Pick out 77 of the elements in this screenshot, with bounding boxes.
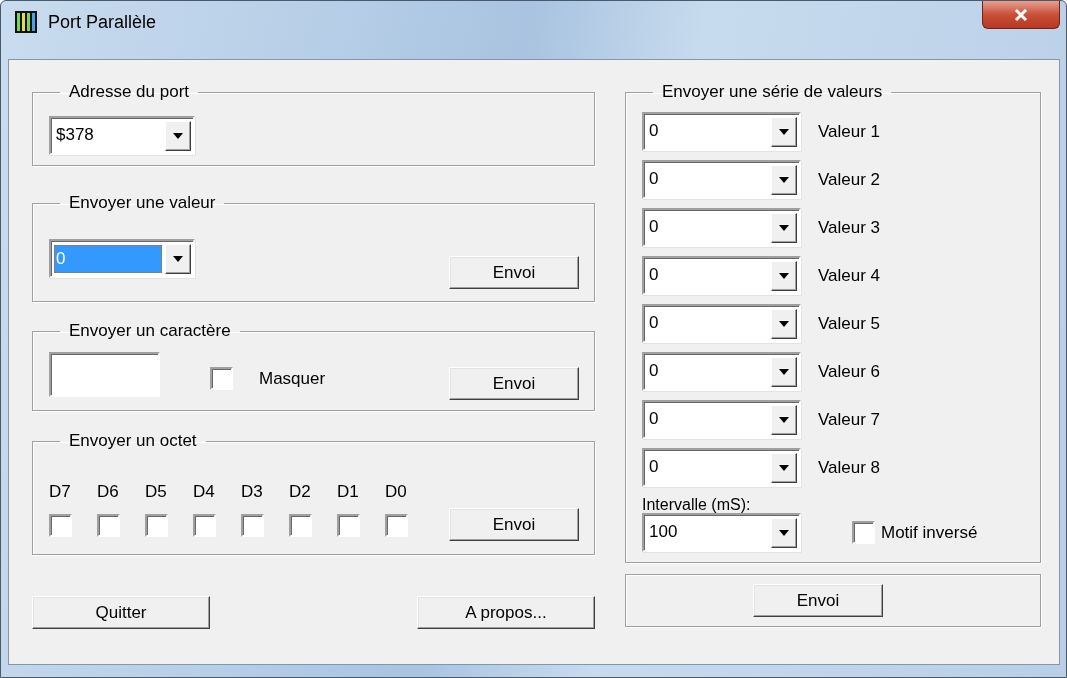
about-button[interactable]: A propos... — [417, 596, 595, 629]
send-button[interactable]: Envoi — [449, 256, 579, 289]
dropdown-field[interactable]: 0 — [642, 304, 801, 343]
dropdown-field[interactable]: $378 — [49, 116, 195, 155]
dropdown-button[interactable] — [771, 357, 797, 387]
window-title: Port Parallèle — [48, 11, 157, 33]
quit-button[interactable]: Quitter — [32, 596, 210, 629]
dropdown-button[interactable] — [165, 244, 191, 274]
caret-icon — [173, 256, 183, 262]
dropdown-button[interactable] — [771, 261, 797, 291]
send-button[interactable]: Envoi — [753, 584, 883, 617]
dropdown-field[interactable]: 0 — [642, 208, 801, 247]
send-button[interactable]: Envoi — [449, 508, 579, 541]
caret-icon — [779, 273, 789, 279]
value-label: Valeur 6 — [818, 361, 881, 382]
dropdown-field[interactable]: 0 — [642, 400, 801, 439]
checkbox[interactable] — [289, 514, 312, 537]
group-title: Envoyer un octet — [68, 431, 198, 451]
bit-label: D7 — [49, 482, 72, 502]
value-label: Valeur 2 — [818, 169, 881, 190]
caret-icon — [779, 369, 789, 375]
dropdown-field[interactable]: 0 — [642, 352, 801, 391]
checkbox[interactable] — [385, 514, 408, 537]
checkbox[interactable] — [145, 514, 168, 537]
dropdown-field[interactable]: 0 — [642, 112, 801, 151]
bit-label: D0 — [385, 482, 408, 502]
caret-icon — [779, 530, 789, 536]
dropdown-field[interactable]: 0 — [642, 160, 801, 199]
checkbox[interactable] — [210, 367, 233, 390]
dropdown-button[interactable] — [771, 309, 797, 339]
group-title: Envoyer un caractère — [68, 321, 232, 341]
interval-label: Intervalle (mS): — [642, 496, 751, 513]
value-label: Valeur 4 — [818, 265, 881, 286]
checkbox[interactable] — [193, 514, 216, 537]
send-button[interactable]: Envoi — [449, 367, 579, 400]
checkbox-label: Motif inversé — [881, 522, 978, 543]
caret-icon — [779, 129, 789, 135]
group-title: Adresse du port — [68, 82, 190, 102]
checkbox-label: Masquer — [259, 368, 326, 390]
dropdown-button[interactable] — [771, 453, 797, 483]
caret-icon — [779, 465, 789, 471]
caret-icon — [779, 417, 789, 423]
value-label: Valeur 5 — [818, 313, 881, 334]
value-label: Valeur 3 — [818, 217, 881, 238]
bit-label: D2 — [289, 482, 312, 502]
bit-label: D6 — [97, 482, 120, 502]
bit-label: D4 — [193, 482, 216, 502]
bit-label: D1 — [337, 482, 360, 502]
value-label: Valeur 1 — [818, 121, 881, 142]
value-label: Valeur 8 — [818, 457, 881, 478]
dropdown-field[interactable]: 0 — [642, 448, 801, 487]
bit-label: D5 — [145, 482, 168, 502]
value-label: Valeur 7 — [818, 409, 881, 430]
dropdown-button[interactable] — [771, 165, 797, 195]
checkbox[interactable] — [97, 514, 120, 537]
dropdown-field[interactable]: 0 — [642, 256, 801, 295]
dropdown-button[interactable] — [771, 213, 797, 243]
checkbox[interactable] — [241, 514, 264, 537]
bit-label: D3 — [241, 482, 264, 502]
app-icon — [15, 11, 37, 33]
caret-icon — [779, 177, 789, 183]
dropdown-field[interactable]: 100 — [642, 513, 801, 552]
text-field[interactable] — [49, 352, 160, 397]
checkbox[interactable] — [852, 521, 875, 544]
checkbox[interactable] — [49, 514, 72, 537]
close-button[interactable] — [982, 1, 1060, 29]
caret-icon — [779, 321, 789, 327]
group-title: Envoyer une série de valeurs — [661, 82, 884, 102]
dropdown-button[interactable] — [771, 405, 797, 435]
dropdown-button[interactable] — [771, 117, 797, 147]
caret-icon — [779, 225, 789, 231]
group-title: Envoyer une valeur — [68, 193, 217, 213]
caret-icon — [173, 133, 183, 139]
close-icon — [1014, 8, 1028, 21]
checkbox[interactable] — [337, 514, 360, 537]
dropdown-button[interactable] — [771, 518, 797, 548]
dropdown-button[interactable] — [165, 121, 191, 151]
